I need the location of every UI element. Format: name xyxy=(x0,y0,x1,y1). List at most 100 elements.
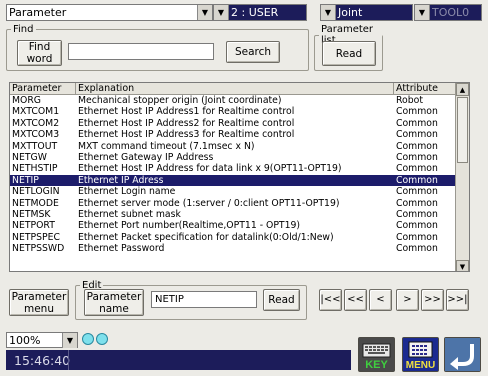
last-page-button[interactable]: >>| xyxy=(446,289,469,311)
cell-attribute: Common xyxy=(396,117,438,129)
cell-parameter: NETPSSWD xyxy=(12,243,65,255)
clock-time: 15:46:40 xyxy=(14,352,71,368)
parameter-dropdown[interactable]: Parameter ▼ xyxy=(6,4,213,21)
cell-parameter: NETPSPEC xyxy=(12,231,60,243)
cell-parameter: NETHSTIP xyxy=(12,163,58,175)
header-parameter[interactable]: Parameter xyxy=(10,83,76,94)
user-dropdown-value: 2 : USER xyxy=(231,6,279,19)
back-button[interactable] xyxy=(444,337,481,372)
zoom-dropdown[interactable]: 100% ▼ xyxy=(6,332,78,348)
cell-explanation: Ethernet Packet specification for datali… xyxy=(78,231,334,243)
table-row[interactable]: NETMODE Ethernet server mode (1:server / … xyxy=(10,198,469,209)
cell-attribute: Common xyxy=(396,106,438,118)
cell-attribute: Common xyxy=(396,197,438,209)
find-legend: Find xyxy=(13,24,34,35)
table-scrollbar[interactable]: ▲ ▼ xyxy=(455,83,469,271)
cell-explanation: Ethernet Gateway IP Address xyxy=(78,151,214,163)
table-row[interactable]: MXTCOM2 Ethernet Host IP Address2 for Rea… xyxy=(10,118,469,129)
chevron-down-icon[interactable]: ▼ xyxy=(321,5,336,20)
table-body: MORG Mechanical stopper origin (Joint coo… xyxy=(10,95,469,254)
chevron-down-icon[interactable]: ▼ xyxy=(197,5,212,20)
cell-parameter: MXTCOM1 xyxy=(12,106,60,118)
header-explanation[interactable]: Explanation xyxy=(76,83,394,94)
header-attribute[interactable]: Attribute xyxy=(394,83,457,94)
parameter-name-label-1: Parameter xyxy=(86,290,142,303)
parameter-name-button[interactable]: Parameter name xyxy=(84,289,144,316)
keyboard-icon: KEY xyxy=(359,338,394,371)
tool-dropdown[interactable]: ▼ TOOL0 xyxy=(414,4,482,21)
edit-read-button[interactable]: Read xyxy=(263,289,300,311)
table-row[interactable]: NETGW Ethernet Gateway IP Address Common xyxy=(10,152,469,163)
indicator-icon xyxy=(96,333,108,345)
cell-parameter: NETIP xyxy=(12,174,39,186)
chevron-down-icon[interactable]: ▼ xyxy=(214,5,229,20)
cell-explanation: Mechanical stopper origin (Joint coordin… xyxy=(78,95,282,106)
next-page-button[interactable]: >> xyxy=(421,289,444,311)
parameter-table: Parameter Explanation Attribute MORG Mech… xyxy=(9,82,470,272)
prev-button[interactable]: < xyxy=(369,289,392,311)
menu-icon: MENU xyxy=(403,338,438,371)
cell-attribute: Common xyxy=(396,163,438,175)
scroll-up-icon[interactable]: ▲ xyxy=(456,83,469,96)
cell-attribute: Common xyxy=(396,186,438,198)
parameter-list-read-button[interactable]: Read xyxy=(322,41,376,66)
status-divider xyxy=(68,350,69,370)
cell-explanation: Ethernet server mode (1:server / 0:clien… xyxy=(78,197,340,209)
next-button[interactable]: > xyxy=(396,289,419,311)
key-label: KEY xyxy=(365,359,388,371)
scroll-thumb[interactable] xyxy=(457,97,468,163)
cell-explanation: Ethernet Password xyxy=(78,243,165,255)
cell-explanation: Ethernet Port number(Realtime,OPT11 - OP… xyxy=(78,220,301,232)
table-row[interactable]: NETPSSWD Ethernet Password Common xyxy=(10,243,469,254)
search-button[interactable]: Search xyxy=(226,41,280,63)
keyboard-button[interactable]: KEY xyxy=(358,337,395,372)
table-row[interactable]: NETHSTIP Ethernet Host IP Address for dat… xyxy=(10,163,469,174)
chevron-down-icon[interactable]: ▼ xyxy=(415,5,430,20)
table-header: Parameter Explanation Attribute xyxy=(10,83,469,95)
cell-attribute: Robot xyxy=(396,95,423,106)
back-arrow-icon xyxy=(445,338,480,371)
prev-page-button[interactable]: << xyxy=(344,289,367,311)
table-row[interactable]: NETLOGIN Ethernet Login name Common xyxy=(10,186,469,197)
joint-dropdown-value: Joint xyxy=(338,6,363,19)
parameter-name-input[interactable]: NETIP xyxy=(151,291,257,308)
table-row[interactable]: MXTCOM1 Ethernet Host IP Address1 for Rea… xyxy=(10,106,469,117)
cell-explanation: Ethernet IP Adress xyxy=(78,174,164,186)
cell-attribute: Common xyxy=(396,231,438,243)
parameter-name-label-2: name xyxy=(99,302,129,315)
find-word-button[interactable]: Find word xyxy=(17,40,62,66)
cell-explanation: Ethernet Host IP Address3 for Realtime c… xyxy=(78,129,295,141)
table-row[interactable]: NETPORT Ethernet Port number(Realtime,OPT… xyxy=(10,220,469,231)
cell-parameter: NETMODE xyxy=(12,197,59,209)
table-row[interactable]: NETMSK Ethernet subnet mask Common xyxy=(10,209,469,220)
user-dropdown[interactable]: ▼ 2 : USER xyxy=(213,4,307,21)
joint-dropdown[interactable]: ▼ Joint xyxy=(320,4,413,21)
parameter-menu-label-2: menu xyxy=(23,302,54,315)
find-word-label-1: Find xyxy=(28,41,51,53)
table-row[interactable]: MORG Mechanical stopper origin (Joint coo… xyxy=(10,95,469,106)
parameter-menu-label-1: Parameter xyxy=(11,290,67,303)
table-row[interactable]: MXTTOUT MXT command timeout (7.1msec x N)… xyxy=(10,141,469,152)
cell-explanation: Ethernet subnet mask xyxy=(78,208,181,220)
cell-parameter: NETGW xyxy=(12,151,47,163)
indicator-icon xyxy=(82,333,94,345)
first-page-button[interactable]: |<< xyxy=(319,289,342,311)
cell-parameter: MXTCOM2 xyxy=(12,117,60,129)
menu-button[interactable]: MENU xyxy=(402,337,439,372)
table-row[interactable]: NETIP Ethernet IP Adress Common xyxy=(10,174,469,187)
parameter-dropdown-value: Parameter xyxy=(9,6,67,19)
cell-attribute: Common xyxy=(396,151,438,163)
cell-parameter: NETPORT xyxy=(12,220,55,232)
parameter-menu-button[interactable]: Parameter menu xyxy=(9,289,69,316)
table-row[interactable]: MXTCOM3 Ethernet Host IP Address3 for Rea… xyxy=(10,129,469,140)
cell-attribute: Common xyxy=(396,129,438,141)
cell-parameter: MXTCOM3 xyxy=(12,129,60,141)
scroll-down-icon[interactable]: ▼ xyxy=(456,260,469,271)
find-input[interactable] xyxy=(68,43,214,60)
table-row[interactable]: NETPSPEC Ethernet Packet specification fo… xyxy=(10,232,469,243)
cell-explanation: MXT command timeout (7.1msec x N) xyxy=(78,140,255,152)
chevron-down-icon[interactable]: ▼ xyxy=(62,332,77,348)
cell-parameter: MORG xyxy=(12,95,42,106)
cell-attribute: Common xyxy=(396,208,438,220)
cell-parameter: MXTTOUT xyxy=(12,140,58,152)
